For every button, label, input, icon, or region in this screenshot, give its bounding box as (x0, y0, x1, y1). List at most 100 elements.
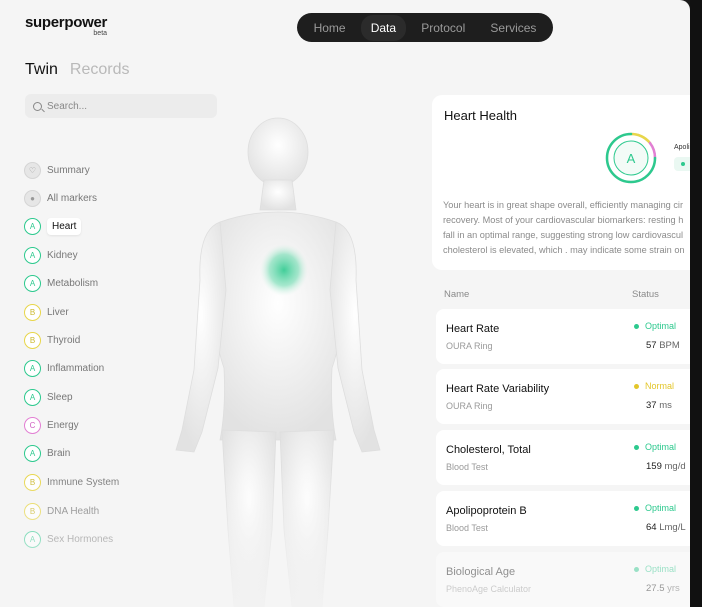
table-row[interactable]: Cholesterol, Total Blood Test Optimal 15… (436, 430, 690, 485)
description-line: cholesterol is elevated, which . may ind… (443, 245, 685, 255)
heart-outline-icon: ♡ (24, 161, 41, 179)
sidebar-item-immune-system[interactable]: B Immune System (24, 472, 119, 492)
status-text: Normal (645, 381, 675, 391)
sidebar-item-all-markers[interactable]: ● All markers (24, 188, 97, 208)
value-unit: BPM (659, 340, 680, 351)
status-dot (634, 323, 639, 329)
marker-name: Cholesterol, Total (446, 444, 531, 456)
status-label: Optimal (634, 503, 676, 513)
description-line: recovery. Most of your cardiovascular bi… (443, 215, 684, 225)
marker-source: OURA Ring (446, 341, 493, 351)
sidebar-item-liver[interactable]: B Liver (24, 302, 69, 322)
grade-badge: A (24, 246, 41, 264)
brand-name: superpower (25, 14, 108, 31)
grade-letter: A (626, 150, 636, 166)
grade-badge: A (24, 274, 41, 292)
heart-health-card: Heart Health A Apoli Your heart is in gr… (432, 95, 690, 270)
sidebar-item-thyroid[interactable]: B Thyroid (24, 330, 80, 350)
sidebar-item-label: Heart (47, 217, 82, 235)
dot-icon: ● (24, 189, 41, 207)
sidebar-item-label: DNA Health (47, 505, 100, 517)
grade-badge: B (24, 473, 41, 491)
sidebar-item-label: Thyroid (47, 334, 81, 346)
column-name: Name (444, 289, 470, 300)
status-text: Optimal (645, 442, 677, 452)
tab-twin[interactable]: Twin (25, 61, 58, 79)
brand-logo[interactable]: superpower beta (25, 14, 108, 37)
sidebar-item-label: Sex Hormones (47, 533, 114, 545)
sidebar-item-label: Metabolism (47, 277, 99, 289)
body-twin-figure[interactable] (160, 110, 430, 607)
value-unit: Lmg/L (659, 522, 686, 533)
value-number: 37 (646, 400, 657, 411)
status-dot (634, 505, 639, 511)
marker-name: Biological Age (446, 566, 516, 578)
value-number: 57 (646, 340, 657, 351)
tab-records[interactable]: Records (70, 61, 130, 79)
marker-value: 159 mg/d (646, 461, 686, 472)
value-number: 64 (646, 522, 657, 533)
window-edge (690, 0, 702, 607)
description-line: Your heart is in great shape overall, ef… (443, 200, 684, 210)
nav-data[interactable]: Data (360, 14, 407, 41)
status-dot (634, 444, 639, 450)
search-placeholder: Search... (47, 100, 88, 112)
marker-name: Heart Rate (446, 323, 500, 335)
sidebar-item-brain[interactable]: A Brain (24, 443, 70, 463)
app-window: superpower beta Home Data Protocol Servi… (0, 0, 690, 607)
status-text: Optimal (645, 564, 677, 574)
status-dot (634, 566, 639, 572)
grade-badge: A (24, 388, 41, 406)
grade-badge: B (24, 502, 41, 520)
table-row[interactable]: Biological Age PhenoAge Calculator Optim… (436, 552, 690, 607)
column-status: Status (632, 289, 659, 300)
sidebar-item-summary[interactable]: ♡ Summary (24, 160, 90, 180)
marker-name: Heart Rate Variability (446, 383, 550, 395)
nav-services[interactable]: Services (480, 15, 546, 41)
brand-tag: beta (93, 30, 108, 37)
marker-value: 57 BPM (646, 340, 680, 351)
nav-home[interactable]: Home (304, 15, 356, 41)
marker-value: 27.5 yrs (646, 583, 680, 594)
nav-protocol[interactable]: Protocol (411, 15, 475, 41)
table-row[interactable]: Apolipoprotein B Blood Test Optimal 64 L… (436, 491, 690, 546)
grade-badge: A (24, 444, 41, 462)
sidebar-item-sex-hormones[interactable]: A Sex Hormones (24, 529, 113, 549)
grade-badge: A (24, 530, 41, 548)
marker-source: Blood Test (446, 462, 488, 472)
value-number: 159 (646, 461, 662, 472)
value-unit: yrs (667, 583, 680, 594)
status-label: Optimal (634, 321, 676, 331)
marker-source: PhenoAge Calculator (446, 584, 532, 594)
sidebar-item-energy[interactable]: C Energy (24, 415, 79, 435)
grade-badge: C (24, 416, 41, 434)
sidebar-item-heart[interactable]: A Heart (24, 216, 82, 236)
sidebar-item-label: Brain (47, 447, 71, 459)
sidebar-item-sleep[interactable]: A Sleep (24, 387, 73, 407)
table-row[interactable]: Heart Rate OURA Ring Optimal 57 BPM (436, 309, 690, 364)
sidebar-item-label: Kidney (47, 249, 78, 261)
status-label: Normal (634, 381, 674, 391)
sidebar-item-inflammation[interactable]: A Inflammation (24, 358, 104, 378)
sidebar-item-label: Immune System (47, 476, 120, 488)
search-icon (33, 101, 42, 111)
description-line: fall in an optimal range, suggesting str… (443, 230, 684, 240)
status-dot (634, 383, 639, 389)
status-label: Optimal (634, 564, 676, 574)
sidebar-item-metabolism[interactable]: A Metabolism (24, 273, 98, 293)
value-number: 27.5 (646, 583, 665, 594)
sidebar-item-dna-health[interactable]: B DNA Health (24, 501, 99, 521)
status-label: Optimal (634, 442, 676, 452)
card-title: Heart Health (444, 108, 517, 123)
value-unit: mg/d (664, 461, 686, 472)
table-row[interactable]: Heart Rate Variability OURA Ring Normal … (436, 369, 690, 424)
grade-badge: B (24, 331, 41, 349)
sidebar-item-label: Liver (47, 306, 69, 318)
top-nav: Home Data Protocol Services (297, 13, 553, 42)
card-description: Your heart is in great shape overall, ef… (443, 198, 690, 258)
marker-source: OURA Ring (446, 401, 493, 411)
status-text: Optimal (645, 503, 677, 513)
view-tabs: Twin Records (25, 61, 129, 79)
sidebar-item-label: All markers (47, 192, 98, 204)
sidebar-item-kidney[interactable]: A Kidney (24, 245, 78, 265)
